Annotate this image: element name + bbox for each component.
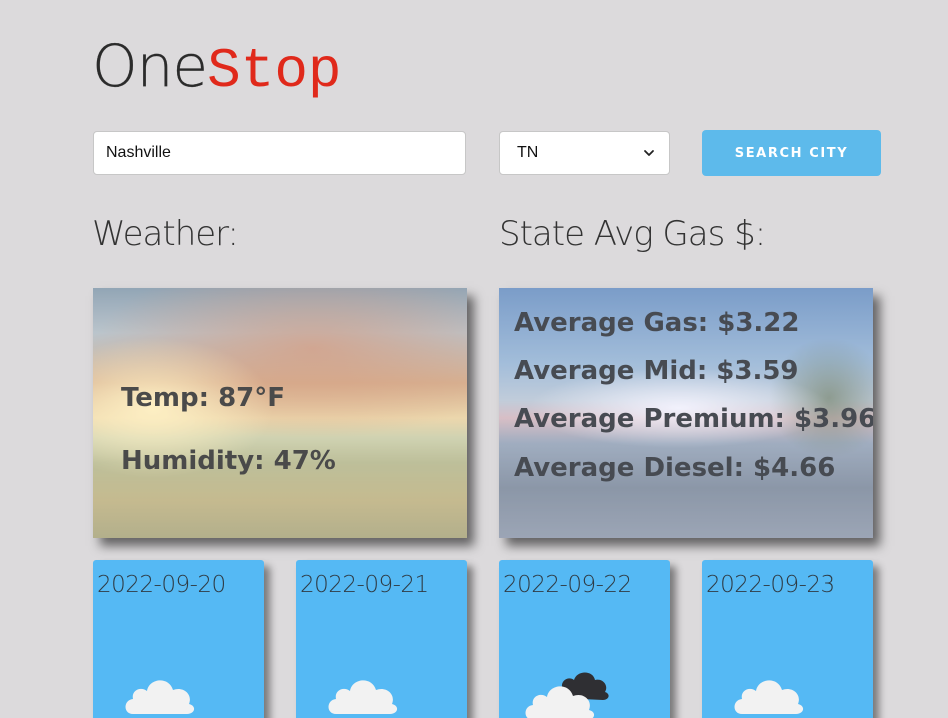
dark-clouds-icon (525, 672, 609, 718)
cloud-icon (734, 680, 804, 714)
app-logo: One Stop (92, 32, 342, 103)
forecast-date: 2022-09-20 (97, 572, 226, 598)
forecast-card: 2022-09-23 (702, 560, 873, 718)
weather-heading: Weather: (92, 214, 239, 254)
gas-price-card: Average Gas: $3.22 Average Mid: $3.59 Av… (499, 288, 873, 538)
chevron-down-icon (644, 150, 654, 156)
forecast-date: 2022-09-23 (706, 572, 835, 598)
humidity-text: Humidity: 47% (121, 446, 336, 476)
forecast-card: 2022-09-20 (93, 560, 264, 718)
logo-text-one: One (92, 32, 208, 100)
logo-text-stop: Stop (207, 39, 342, 103)
cloud-icon (328, 680, 398, 714)
average-gas-text: Average Gas: $3.22 (514, 308, 800, 338)
forecast-date: 2022-09-22 (503, 572, 632, 598)
average-mid-text: Average Mid: $3.59 (514, 356, 799, 386)
forecast-card: 2022-09-21 (296, 560, 467, 718)
state-select[interactable]: TN (499, 131, 670, 175)
page: OneStop TN SEARCH CITY Weather: State Av… (0, 0, 948, 718)
average-diesel-text: Average Diesel: $4.66 (514, 453, 836, 483)
average-premium-text: Average Premium: $3.96 (514, 404, 873, 434)
forecast-card: 2022-09-22 (499, 560, 670, 718)
state-select-value: TN (517, 144, 539, 161)
search-city-button[interactable]: SEARCH CITY (702, 130, 881, 176)
forecast-date: 2022-09-21 (300, 572, 429, 598)
cloud-icon (125, 680, 195, 714)
city-search-input[interactable] (93, 131, 466, 175)
weather-card: Temp: 87°F Humidity: 47% (93, 288, 467, 538)
temperature-text: Temp: 87°F (121, 383, 286, 413)
gas-heading: State Avg Gas $: (499, 214, 766, 254)
